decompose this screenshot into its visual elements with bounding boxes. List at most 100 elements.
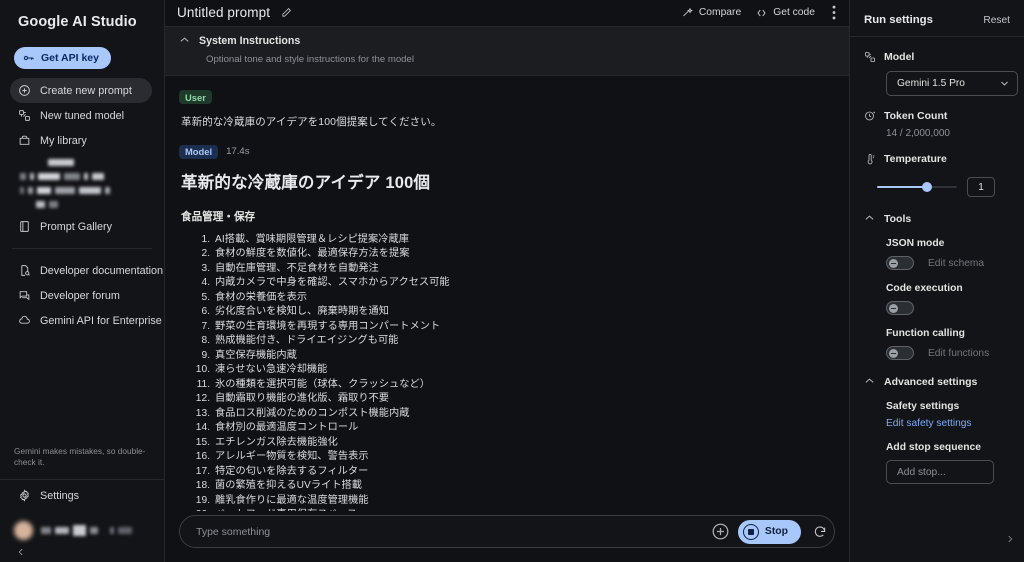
- list-item: エチレンガス除去機能強化: [213, 436, 835, 450]
- code-brackets-icon: [755, 7, 768, 19]
- sidebar-item-my-library[interactable]: My library: [10, 128, 152, 153]
- model-select[interactable]: Gemini 1.5 Pro: [886, 71, 1018, 96]
- main-content: Untitled prompt Compare Get code System …: [165, 0, 849, 562]
- tuned-model-icon: [18, 109, 31, 122]
- sidebar-bottom-divider: [0, 479, 164, 480]
- sidebar-item-create-new-prompt[interactable]: Create new prompt: [10, 78, 152, 103]
- list-item: 野菜の生育環境を再現する専用コンパートメント: [213, 320, 835, 334]
- system-instructions-panel[interactable]: System Instructions Optional tone and st…: [165, 25, 849, 76]
- collapse-sidebar-button[interactable]: [16, 547, 26, 557]
- top-bar: Untitled prompt Compare Get code: [165, 0, 849, 26]
- stop-label: Stop: [764, 526, 788, 537]
- avatar: [14, 521, 33, 540]
- plus-circle-icon: [18, 84, 31, 97]
- temperature-control: 1: [877, 177, 1010, 197]
- slider-thumb[interactable]: [921, 182, 932, 192]
- sidebar-item-label: Developer forum: [40, 289, 120, 302]
- advanced-settings-header[interactable]: Advanced settings: [864, 376, 1010, 388]
- settings-row: Settings: [0, 483, 165, 508]
- temperature-label: Temperature: [884, 153, 947, 165]
- json-mode-toggle[interactable]: [886, 256, 914, 270]
- account-row[interactable]: [14, 521, 132, 540]
- sidebar-item-new-tuned-model[interactable]: New tuned model: [10, 103, 152, 128]
- list-item: 菌の繁殖を抑えるUVライト搭載: [213, 479, 835, 493]
- get-api-key-button[interactable]: Get API key: [14, 47, 111, 69]
- stop-sequence-input[interactable]: Add stop...: [886, 460, 994, 484]
- chevron-right-icon: [1008, 535, 1013, 543]
- get-code-button[interactable]: Get code: [755, 7, 815, 19]
- sidebar-item-label: Create new prompt: [40, 84, 132, 97]
- temperature-label-row: Temperature: [864, 153, 1010, 165]
- list-item: 熟成機能付き、ドライエイジングも可能: [213, 334, 835, 348]
- system-instructions-header: System Instructions: [179, 35, 835, 47]
- slider-fill: [877, 186, 927, 188]
- sidebar-item-gemini-api-enterprise[interactable]: Gemini API for Enterprise: [10, 308, 162, 333]
- sidebar-item-prompt-gallery[interactable]: Prompt Gallery: [10, 214, 152, 239]
- system-instructions-placeholder[interactable]: Optional tone and style instructions for…: [206, 54, 835, 65]
- latency-label: 17.4s: [226, 146, 250, 158]
- refresh-icon[interactable]: [813, 525, 827, 539]
- app-logo: Google AI Studio: [18, 14, 137, 30]
- kebab-menu-icon[interactable]: [829, 5, 839, 20]
- pencil-icon[interactable]: [281, 7, 292, 18]
- sidebar-item-developer-forum[interactable]: Developer forum: [10, 283, 152, 308]
- sidebar-item-label: Gemini API for Enterprise: [40, 314, 162, 327]
- model-turn-header: Model 17.4s: [179, 144, 835, 159]
- expand-panel-button[interactable]: [1005, 534, 1015, 544]
- token-icon: [864, 110, 876, 122]
- library-icon: [18, 134, 31, 147]
- safety-settings-label: Safety settings: [886, 401, 960, 412]
- list-item: ペットフード専用保存スペース: [213, 508, 835, 511]
- run-settings-title: Run settings: [864, 14, 933, 26]
- sidebar-divider: [12, 248, 152, 249]
- tools-label: Tools: [884, 213, 912, 225]
- sidebar-nav: Create new prompt New tuned model My lib…: [0, 78, 164, 153]
- code-execution-toggle[interactable]: [886, 301, 914, 315]
- sidebar-item-settings[interactable]: Settings: [10, 483, 153, 508]
- model-label: Model: [884, 51, 915, 63]
- code-execution-label: Code execution: [886, 283, 963, 294]
- temperature-value-input[interactable]: 1: [967, 177, 995, 197]
- stop-button[interactable]: Stop: [737, 519, 801, 544]
- thermometer-icon: [864, 153, 876, 165]
- sidebar-item-label: My library: [40, 134, 87, 147]
- run-settings-panel: Run settings Reset Model Gemini 1.5 Pro: [849, 0, 1024, 562]
- json-mode-label: JSON mode: [886, 238, 945, 249]
- sidebar-item-developer-documentation[interactable]: Developer documentation: [10, 258, 163, 283]
- model-label-row: Model: [864, 51, 1010, 63]
- model-select-value: Gemini 1.5 Pro: [897, 78, 965, 89]
- token-count-label-row: Token Count: [864, 110, 1010, 122]
- token-count-label: Token Count: [884, 110, 948, 122]
- advanced-settings-label: Advanced settings: [884, 376, 978, 388]
- top-bar-actions: Compare Get code: [682, 5, 839, 20]
- sidebar-item-label: Developer documentation: [40, 264, 164, 277]
- list-item: 食材別の最適温度コントロール: [213, 421, 835, 435]
- tools-section-header[interactable]: Tools: [864, 213, 1010, 225]
- page-title: Untitled prompt: [177, 5, 271, 21]
- list-item: 内蔵カメラで中身を確認、スマホからアクセス可能: [213, 276, 835, 290]
- edit-schema-link[interactable]: Edit schema: [928, 258, 984, 269]
- conversation-area: User 革新的な冷蔵庫のアイデアを100個提案してください。 Model 17…: [165, 76, 849, 511]
- compare-icon: [682, 7, 694, 19]
- token-count-value: 14 / 2,000,000: [886, 128, 950, 139]
- gallery-icon: [18, 220, 31, 233]
- temperature-slider[interactable]: [877, 180, 957, 194]
- prompt-composer[interactable]: Type something Stop: [179, 515, 835, 548]
- add-stop-sequence-label: Add stop sequence: [886, 442, 981, 453]
- list-item: 劣化度合いを検知し、廃棄時期を通知: [213, 305, 835, 319]
- get-code-label: Get code: [773, 7, 815, 19]
- model-icon: [864, 51, 876, 63]
- chevron-down-icon: [1000, 80, 1009, 87]
- edit-safety-settings-link[interactable]: Edit safety settings: [886, 418, 1010, 429]
- doc-search-icon: [18, 264, 31, 277]
- edit-functions-link[interactable]: Edit functions: [928, 348, 989, 359]
- reset-button[interactable]: Reset: [983, 15, 1010, 26]
- function-calling-toggle[interactable]: [886, 346, 914, 360]
- add-attachment-icon[interactable]: [711, 522, 730, 541]
- prompt-input[interactable]: Type something: [196, 526, 703, 538]
- user-message-text[interactable]: 革新的な冷蔵庫のアイデアを100個提案してください。: [181, 114, 835, 129]
- compare-button[interactable]: Compare: [682, 7, 741, 19]
- chevron-up-icon[interactable]: [179, 36, 190, 44]
- list-item: 特定の匂いを除去するフィルター: [213, 465, 835, 479]
- list-item: 食材の鮮度を数値化、最適保存方法を提案: [213, 247, 835, 261]
